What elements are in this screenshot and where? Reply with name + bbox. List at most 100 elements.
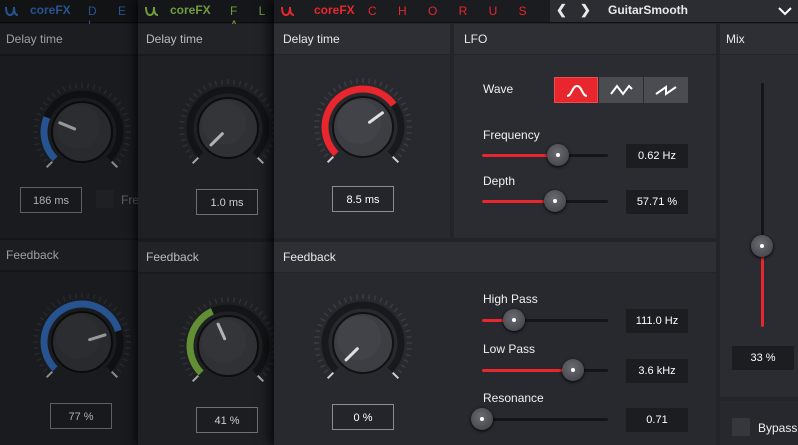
knob-tick	[315, 329, 321, 333]
frequency-slider[interactable]	[482, 144, 608, 166]
knob-end-tick	[391, 155, 400, 164]
knob-tick	[68, 84, 72, 90]
knob-tick	[323, 153, 329, 158]
wave-option-triangle[interactable]	[599, 77, 643, 103]
delay-delay-knob[interactable]	[22, 72, 140, 192]
knob-tick	[265, 149, 271, 154]
delay-plugin-window: coreFX D E L Delay time 186 ms Fre Feedb…	[0, 0, 140, 445]
knob-tick	[180, 332, 186, 336]
delay-free-checkbox[interactable]	[96, 190, 114, 208]
knob-tick	[33, 136, 39, 140]
knob-tick	[188, 372, 194, 377]
knob-tick	[268, 326, 274, 330]
chevron-down-icon[interactable]	[778, 7, 792, 16]
chevron-right-icon[interactable]: ❯	[580, 2, 591, 18]
knob-tick	[343, 81, 347, 87]
chorus-delay-header: Delay time	[274, 24, 450, 54]
knob-tick	[315, 353, 321, 357]
flanger-title-bar: coreFX F L A	[138, 0, 278, 32]
knob-tick	[400, 148, 406, 153]
knob-highlight	[202, 319, 246, 363]
knob-tick	[42, 368, 48, 373]
knob-tick	[122, 322, 128, 326]
mix-value[interactable]: 33 %	[732, 346, 794, 370]
knob-end-tick	[191, 156, 200, 165]
high-pass-value[interactable]: 111.0 Hz	[626, 309, 688, 333]
slider-thumb[interactable]	[561, 359, 584, 381]
chorus-delay-value[interactable]: 8.5 ms	[332, 186, 394, 212]
knob-tick	[315, 137, 321, 141]
knob-tick	[185, 102, 191, 107]
knob-end-tick	[45, 370, 54, 379]
slider-thumb[interactable]	[546, 144, 569, 166]
resonance-slider[interactable]	[471, 408, 608, 430]
resonance-value[interactable]: 0.71	[626, 408, 688, 432]
delay-feedback-section: 77 %	[0, 272, 140, 445]
knob-tick	[74, 83, 78, 89]
slider-thumb[interactable]	[502, 309, 525, 331]
low-pass-value[interactable]: 3.6 kHz	[626, 359, 688, 383]
delay-delay-section: 186 ms Fre	[0, 56, 140, 238]
knob-tick	[349, 295, 353, 301]
knob-tick	[379, 81, 383, 87]
chevron-left-icon[interactable]: ❮	[556, 2, 567, 18]
knob-tick	[244, 300, 248, 306]
knob-tick	[214, 80, 218, 86]
mix-slider-track[interactable]	[751, 83, 773, 327]
preset-name[interactable]: GuitarSmooth	[608, 3, 688, 17]
knob-highlight	[202, 101, 246, 145]
lfo-header: LFO	[454, 24, 716, 54]
knob-tick	[119, 316, 125, 321]
flanger-delay-value[interactable]: 1.0 ms	[196, 189, 258, 215]
resonance-label: Resonance	[483, 391, 544, 405]
wave-label: Wave	[483, 82, 514, 96]
knob-tick	[389, 87, 394, 93]
knob-tick	[317, 107, 323, 111]
depth-value[interactable]: 57.71 %	[626, 190, 688, 214]
chorus-feedback-knob[interactable]	[303, 283, 423, 403]
knob-tick	[400, 101, 406, 106]
knob-tick	[265, 320, 271, 325]
flanger-delay-knob[interactable]	[168, 68, 278, 188]
knob-tick	[265, 102, 271, 107]
knob-tick	[384, 300, 389, 306]
wave-option-sine[interactable]	[554, 77, 598, 103]
corefx-logo-icon	[5, 6, 19, 17]
slider-thumb[interactable]	[543, 190, 566, 212]
knob-tick	[124, 118, 130, 122]
knob-tick	[314, 335, 320, 339]
knob-tick	[98, 86, 102, 92]
delay-delay-value[interactable]: 186 ms	[20, 187, 82, 213]
bypass-checkbox[interactable]	[732, 418, 750, 436]
wave-selector	[554, 77, 688, 103]
high-pass-slider[interactable]	[482, 309, 608, 331]
flanger-feedback-knob[interactable]	[168, 286, 278, 406]
frequency-value[interactable]: 0.62 Hz	[626, 144, 688, 168]
flanger-feedback-value[interactable]: 41 %	[196, 407, 258, 433]
knob-tick	[62, 296, 66, 302]
knob-tick	[332, 303, 337, 309]
knob-tick	[320, 101, 326, 106]
knob-tick	[68, 294, 72, 300]
depth-slider[interactable]	[482, 190, 608, 212]
knob-end-tick	[256, 156, 265, 165]
chorus-name: C H O R U S	[368, 4, 536, 18]
chorus-plugin-window: coreFX C H O R U S ❮ ❯ GuitarSmooth Dela…	[274, 0, 798, 445]
delay-feedback-value[interactable]: 77 %	[50, 403, 112, 429]
knob-tick	[179, 132, 185, 136]
wave-option-sawtooth[interactable]	[644, 77, 688, 103]
mix-slider-thumb[interactable]	[751, 235, 773, 258]
knob-tick	[192, 92, 198, 98]
chorus-feedback-value[interactable]: 0 %	[332, 404, 394, 430]
knob-tick	[268, 144, 274, 148]
delay-brand: coreFX	[30, 3, 71, 17]
knob-tick	[188, 154, 194, 159]
chorus-title-bar: coreFX C H O R U S ❮ ❯ GuitarSmooth	[274, 0, 798, 23]
knob-tick	[185, 367, 191, 372]
delay-feedback-knob[interactable]	[22, 282, 140, 402]
chorus-delay-knob[interactable]	[303, 67, 423, 187]
slider-thumb[interactable]	[471, 408, 493, 430]
low-pass-slider[interactable]	[482, 359, 608, 381]
knob-tick	[34, 328, 40, 332]
knob-tick	[314, 119, 320, 123]
